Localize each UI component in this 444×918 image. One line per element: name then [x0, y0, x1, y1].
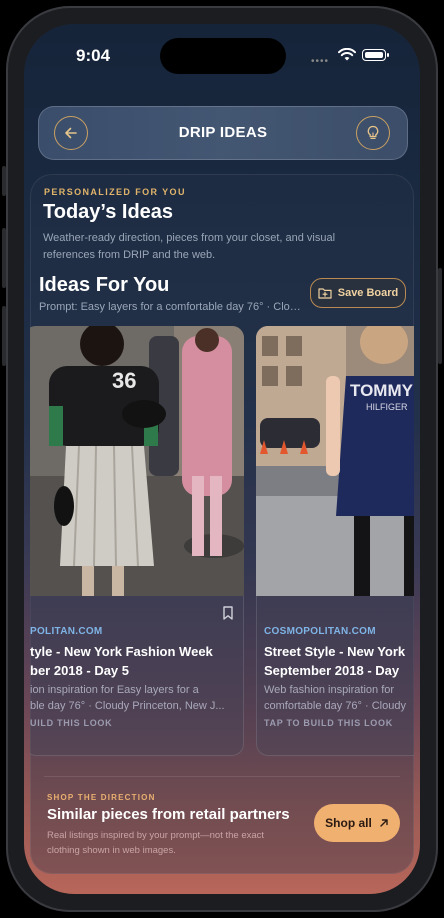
shop-all-label: Shop all: [325, 816, 372, 830]
folder-add-icon: [318, 288, 332, 299]
idea-card[interactable]: 36 POLITAN.COM tyle - New York Fashion W…: [30, 326, 244, 756]
tile-cta: TAP TO BUILD THIS LOOK: [264, 718, 393, 728]
volume-up-button: [2, 228, 6, 288]
tile-source: POLITAN.COM: [30, 626, 103, 637]
tile-subtitle: ion inspiration for Easy layers for a bl…: [30, 684, 225, 712]
divider: [44, 776, 400, 777]
shop-kicker: SHOP THE DIRECTION: [47, 793, 156, 802]
power-button: [438, 268, 442, 364]
top-nav-bar: DRIP IDEAS: [38, 106, 408, 160]
save-board-label: Save Board: [337, 287, 399, 299]
action-button: [2, 166, 6, 196]
ideas-card: PERSONALIZED FOR YOU Today’s Ideas Weath…: [30, 174, 414, 874]
arrow-up-right-icon: [380, 819, 388, 827]
tile-title: Street Style - New York September 2018 -…: [264, 644, 406, 678]
ideas-title: Ideas For You: [39, 274, 170, 296]
battery-icon: [362, 49, 389, 61]
svg-text:36: 36: [112, 368, 136, 393]
page-title: DRIP IDEAS: [178, 124, 268, 141]
shirt-subtext: HILFIGER: [366, 402, 408, 412]
wifi-icon: [338, 48, 356, 61]
bookmark-icon[interactable]: [222, 606, 234, 620]
section-description: Weather-ready direction, pieces from you…: [43, 232, 336, 261]
shop-description: Real listings inspired by your prompt—no…: [47, 830, 265, 856]
section-kicker: PERSONALIZED FOR YOU: [44, 187, 186, 197]
shop-title: Similar pieces from retail partners: [47, 806, 290, 823]
street-style-photo: TOMMY HILFIGER: [256, 326, 414, 596]
tile-source: COSMOPOLITAN.COM: [264, 626, 376, 637]
lightbulb-icon: [367, 125, 379, 140]
status-time: 9:04: [76, 46, 111, 65]
street-style-photo: 36: [30, 326, 244, 596]
screen: 9:04 •••• DRIP IDEAS PERSONALIZED FOR YO…: [24, 24, 420, 894]
save-board-button[interactable]: Save Board: [310, 278, 406, 308]
signal-icon: ••••: [311, 56, 330, 67]
tile-subtitle: Web fashion inspiration for comfortable …: [264, 684, 406, 712]
volume-down-button: [2, 306, 6, 366]
prompt-text: Prompt: Easy layers for a comfortable da…: [39, 301, 301, 313]
idea-card[interactable]: TOMMY HILFIGER COSMOPOLITAN.COM Street S…: [256, 326, 414, 756]
section-title: Today’s Ideas: [43, 201, 174, 223]
shirt-text: TOMMY: [350, 381, 414, 400]
tile-title: tyle - New York Fashion Week ber 2018 - …: [30, 644, 213, 678]
tile-cta: UILD THIS LOOK: [30, 718, 113, 728]
ideas-button[interactable]: [356, 116, 390, 150]
shop-all-button[interactable]: Shop all: [314, 804, 400, 842]
dynamic-island: [160, 38, 286, 74]
